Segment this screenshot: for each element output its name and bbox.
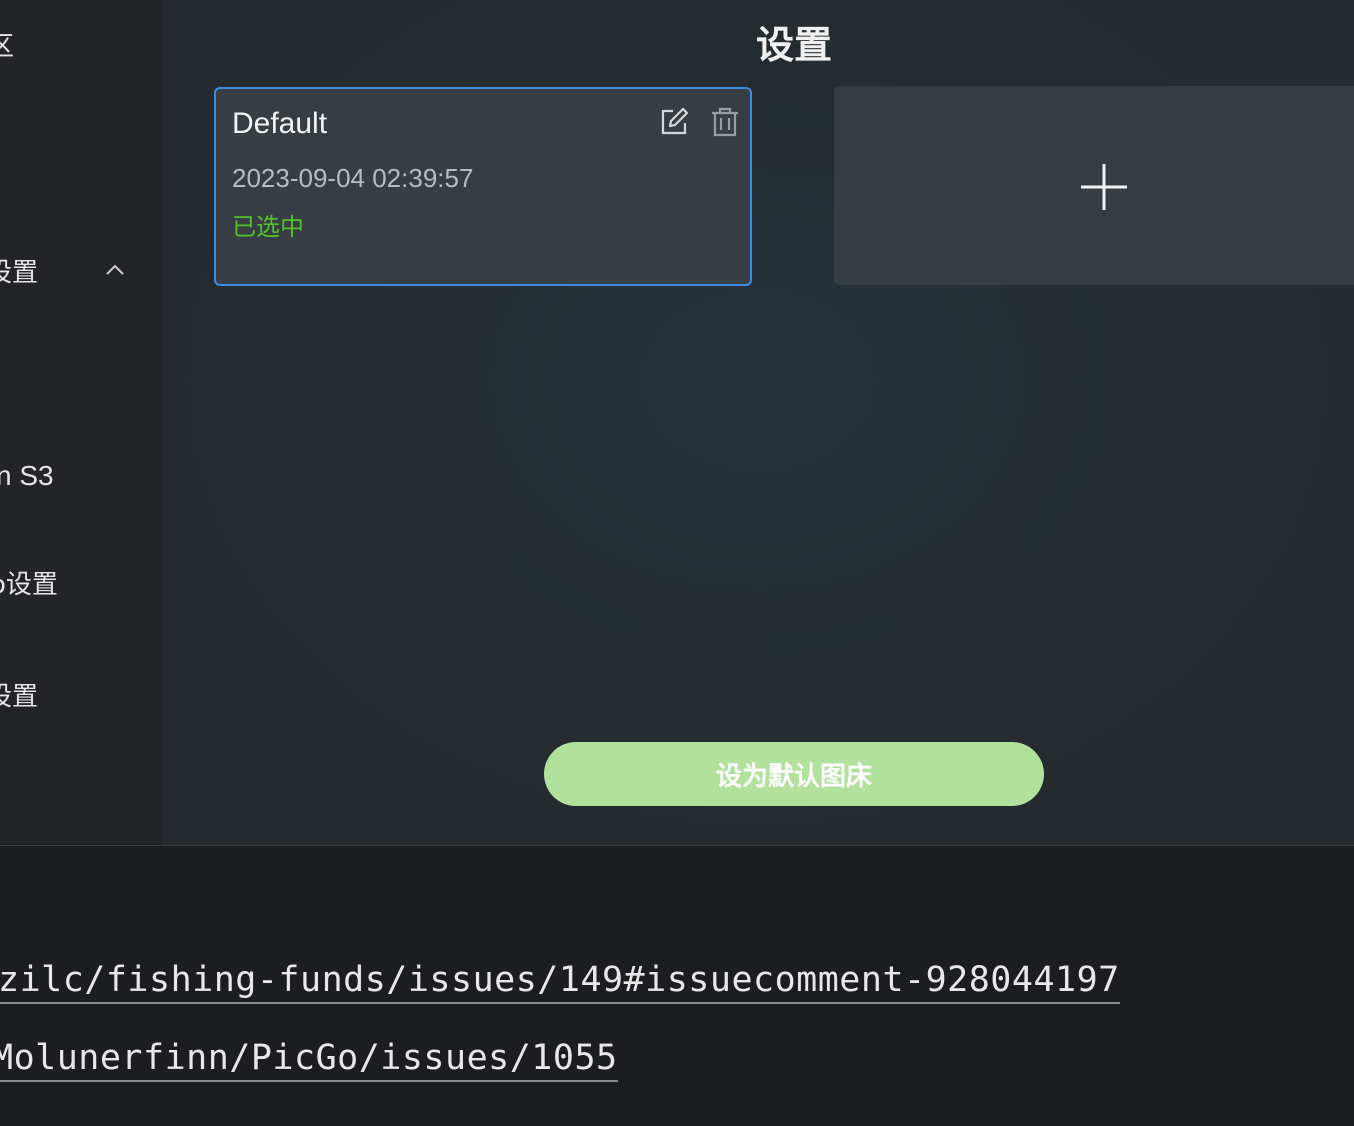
sidebar-item-picgo-settings[interactable]: o设置 bbox=[0, 562, 162, 602]
sidebar-item-image-host-settings[interactable]: 设置 bbox=[0, 250, 162, 290]
picgo-window: 区 设置 n S3 o设置 设置 设置 Default 2023-09-04 0… bbox=[0, 0, 1354, 845]
trash-icon[interactable] bbox=[710, 107, 740, 137]
sidebar-item-amazon-s3[interactable]: n S3 bbox=[0, 456, 162, 496]
plus-icon bbox=[1081, 164, 1127, 210]
sidebar-item-label: 设置 bbox=[0, 257, 39, 288]
config-created-date: 2023-09-04 02:39:57 bbox=[232, 163, 474, 193]
issue-link-picgo[interactable]: Molunerfinn/PicGo/issues/1055 bbox=[0, 1038, 618, 1082]
config-selected-status: 已选中 bbox=[232, 213, 304, 241]
sidebar-item-plugin-settings[interactable]: 设置 bbox=[0, 674, 162, 714]
config-name: Default bbox=[232, 107, 328, 140]
page-title: 设置 bbox=[755, 23, 832, 67]
sidebar: 区 设置 n S3 o设置 设置 bbox=[0, 0, 162, 845]
sidebar-item-label: 设置 bbox=[0, 681, 39, 712]
chevron-up-icon bbox=[106, 264, 124, 275]
set-default-host-button[interactable]: 设为默认图床 bbox=[544, 742, 1044, 806]
edit-icon[interactable] bbox=[659, 107, 689, 137]
sidebar-item-label: n S3 bbox=[0, 460, 54, 491]
sidebar-item-label: 区 bbox=[0, 31, 15, 62]
sidebar-item-label: o设置 bbox=[0, 569, 58, 600]
add-config-card[interactable] bbox=[834, 86, 1354, 285]
config-card-default[interactable]: Default 2023-09-04 02:39:57 已选中 bbox=[214, 87, 752, 286]
sidebar-item-upload-area[interactable]: 区 bbox=[0, 24, 162, 64]
issue-link-fishing-funds[interactable]: zilc/fishing-funds/issues/149#issuecomme… bbox=[0, 960, 1120, 1004]
issue-links-area: zilc/fishing-funds/issues/149#issuecomme… bbox=[0, 846, 1354, 1126]
